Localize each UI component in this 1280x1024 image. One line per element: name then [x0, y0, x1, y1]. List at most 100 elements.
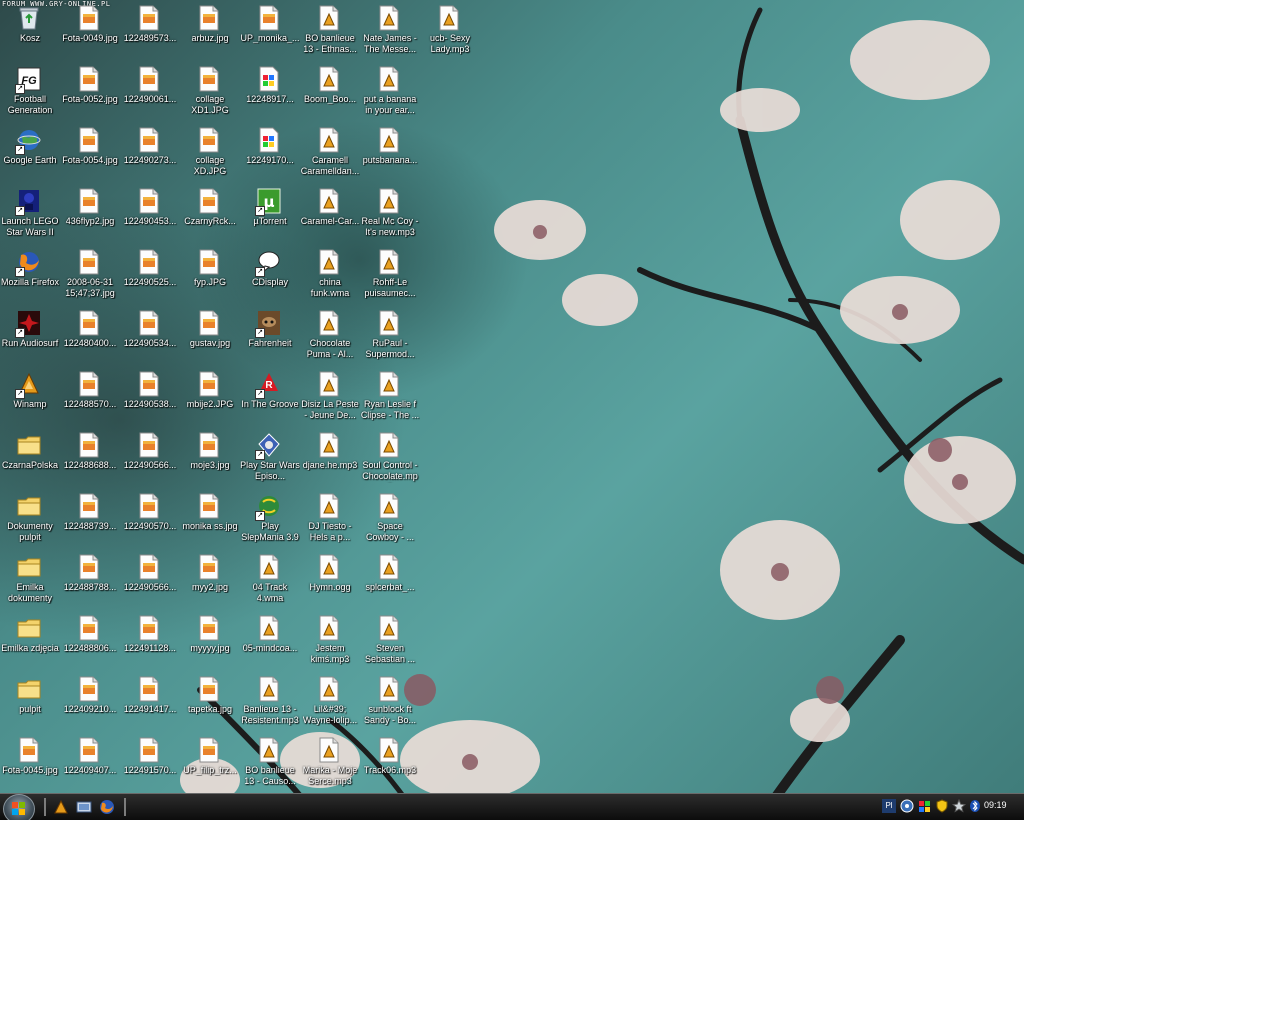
desktop-icon[interactable]: Lil&#39; Wayne-lolip...	[300, 674, 360, 735]
desktop-icon[interactable]: Hymn.ogg	[300, 552, 360, 613]
desktop-icon[interactable]: R ↗ In The Groove	[240, 369, 300, 430]
desktop-icon[interactable]: Caramell Caramelldan...	[300, 125, 360, 186]
desktop-icon[interactable]: Steven Sebastian ...	[360, 613, 420, 674]
desktop-icon[interactable]: CzarnaPolska	[0, 430, 60, 491]
desktop-icon[interactable]: RuPaul - Supermod...	[360, 308, 420, 369]
desktop-icon[interactable]: Boom_Boo...	[300, 64, 360, 125]
desktop-icon[interactable]: 2008-06-31 15;47;37.jpg	[60, 247, 120, 308]
desktop-icon[interactable]: BO banlieue 13 - Causo...	[240, 735, 300, 796]
desktop-icon[interactable]: arbuz.jpg	[180, 3, 240, 64]
desktop-icon[interactable]: 122409210...	[60, 674, 120, 735]
desktop-icon[interactable]: splcerbat_...	[360, 552, 420, 613]
desktop-icon[interactable]: DJ Tiesto - Hels a p...	[300, 491, 360, 552]
quicklaunch-winamp-icon[interactable]	[53, 799, 69, 815]
desktop-icon[interactable]: 122490453...	[120, 186, 180, 247]
quicklaunch-show-desktop-icon[interactable]	[76, 799, 92, 815]
desktop-icon[interactable]: 122409407...	[60, 735, 120, 796]
desktop-icon[interactable]: 122490570...	[120, 491, 180, 552]
taskbar-clock[interactable]: 09:19	[984, 800, 1007, 810]
desktop-icon[interactable]: moje3.jpg	[180, 430, 240, 491]
desktop-icon[interactable]: 122490273...	[120, 125, 180, 186]
desktop-icon[interactable]: Track06.mp3	[360, 735, 420, 796]
desktop-icon[interactable]: ↗ Run Audiosurf	[0, 308, 60, 369]
desktop-icon[interactable]: Fota-0054.jpg	[60, 125, 120, 186]
desktop-icon[interactable]: pulpit	[0, 674, 60, 735]
desktop-icon[interactable]: Ryan Leslie f Clipse - The ...	[360, 369, 420, 430]
desktop-icon[interactable]: collage XD1.JPG	[180, 64, 240, 125]
start-button[interactable]	[3, 794, 35, 820]
desktop-icon[interactable]: 05-mindcoa...	[240, 613, 300, 674]
language-indicator[interactable]: Pl	[882, 799, 896, 813]
desktop-icon[interactable]: 122491128...	[120, 613, 180, 674]
desktop-icon[interactable]: ↗ Fahrenheit	[240, 308, 300, 369]
desktop-icon[interactable]: Fota-0049.jpg	[60, 3, 120, 64]
desktop-icon[interactable]: ↗ Play SlepMania 3.9	[240, 491, 300, 552]
desktop-icon[interactable]: FG ↗ Football Generation	[0, 64, 60, 125]
desktop-icon[interactable]: 122490534...	[120, 308, 180, 369]
desktop-icon[interactable]: Emilka dokumenty	[0, 552, 60, 613]
desktop-icon[interactable]: 122491417...	[120, 674, 180, 735]
desktop-icon[interactable]: 122480400...	[60, 308, 120, 369]
desktop-icon[interactable]: 122488788...	[60, 552, 120, 613]
desktop-icon[interactable]: monika ss.jpg	[180, 491, 240, 552]
desktop-icon[interactable]: Fota-0045.jpg	[0, 735, 60, 796]
desktop-icon[interactable]: 122490566...	[120, 552, 180, 613]
desktop-icon[interactable]: myyyy.jpg	[180, 613, 240, 674]
desktop-icon[interactable]: 122490566...	[120, 430, 180, 491]
desktop-icon[interactable]: fyp.JPG	[180, 247, 240, 308]
desktop-icon[interactable]: 122489573...	[120, 3, 180, 64]
desktop-icon[interactable]: collage XD.JPG	[180, 125, 240, 186]
desktop-icon[interactable]: Disiz La Peste - Jeune De...	[300, 369, 360, 430]
desktop-icon[interactable]: sunblock ft Sandy - Bo...	[360, 674, 420, 735]
desktop-icon[interactable]: Dokumenty pulpit	[0, 491, 60, 552]
desktop-icon[interactable]: Banlieue 13 - Resistent.mp3	[240, 674, 300, 735]
network-icon[interactable]	[900, 799, 914, 813]
quicklaunch-firefox-icon[interactable]	[99, 799, 115, 815]
desktop-icon[interactable]: 122488570...	[60, 369, 120, 430]
bluetooth-icon[interactable]	[968, 799, 982, 813]
desktop-icon[interactable]: djane.he.mp3	[300, 430, 360, 491]
security-shield-icon[interactable]	[935, 799, 949, 813]
desktop-icon[interactable]: ↗ Google Earth	[0, 125, 60, 186]
desktop-icon[interactable]: Nate James - The Messe...	[360, 3, 420, 64]
desktop-icon[interactable]: 122490525...	[120, 247, 180, 308]
desktop-icon[interactable]: 12248917...	[240, 64, 300, 125]
desktop-icon[interactable]: myy2.jpg	[180, 552, 240, 613]
desktop-icon[interactable]: UP_filip_trz...	[180, 735, 240, 796]
desktop-icon[interactable]: Marika - Moje Serce.mp3	[300, 735, 360, 796]
desktop-icon[interactable]: Emilka zdjęcia	[0, 613, 60, 674]
desktop-icon[interactable]: ↗ CDisplay	[240, 247, 300, 308]
desktop-icon[interactable]: ↗ Launch LEGO Star Wars II	[0, 186, 60, 247]
desktop-icon[interactable]: Real Mc Coy - It's new.mp3	[360, 186, 420, 247]
star-icon[interactable]	[951, 798, 967, 813]
desktop-icon[interactable]: 122488806...	[60, 613, 120, 674]
desktop-icon[interactable]: mbije2.JPG	[180, 369, 240, 430]
desktop-icon[interactable]: CzarnyRck...	[180, 186, 240, 247]
desktop-icon[interactable]: Rohff-Le puisaumec...	[360, 247, 420, 308]
volume-icon[interactable]	[918, 799, 932, 813]
desktop-icon[interactable]: tapetka.jpg	[180, 674, 240, 735]
desktop-icon[interactable]: 122491570...	[120, 735, 180, 796]
desktop-icon[interactable]: put a banana in your ear...	[360, 64, 420, 125]
desktop-icon[interactable]: ucb- Sexy Lady.mp3	[420, 3, 480, 64]
desktop-icon[interactable]: 122488688...	[60, 430, 120, 491]
desktop-icon[interactable]: 12249170...	[240, 125, 300, 186]
desktop-icon[interactable]: UP_monika_...	[240, 3, 300, 64]
desktop-icon[interactable]: Caramel-Car...	[300, 186, 360, 247]
desktop-icon[interactable]: 122488739...	[60, 491, 120, 552]
desktop-icon[interactable]: Fota-0052.jpg	[60, 64, 120, 125]
desktop-icon[interactable]: Chocolate Puma - Al...	[300, 308, 360, 369]
desktop-icon[interactable]: ↗ Mozilla Firefox	[0, 247, 60, 308]
desktop-icon[interactable]: putsbanana...	[360, 125, 420, 186]
desktop-icon[interactable]: ↗ Winamp	[0, 369, 60, 430]
desktop-icon[interactable]: 122490538...	[120, 369, 180, 430]
desktop-icon[interactable]: µ ↗ µTorrent	[240, 186, 300, 247]
desktop-icon[interactable]: Kosz	[0, 3, 60, 64]
desktop-icon[interactable]: Jestem kimś.mp3	[300, 613, 360, 674]
desktop-icon[interactable]: 436flyp2.jpg	[60, 186, 120, 247]
desktop-icon[interactable]: BO banlieue 13 - Ethnas...	[300, 3, 360, 64]
desktop-icon[interactable]: Space Cowboy - ...	[360, 491, 420, 552]
desktop-icon[interactable]: china funk.wma	[300, 247, 360, 308]
desktop-icon[interactable]: Soul Control - Chocolate.mp3	[360, 430, 420, 491]
desktop-icon[interactable]: 122490061...	[120, 64, 180, 125]
